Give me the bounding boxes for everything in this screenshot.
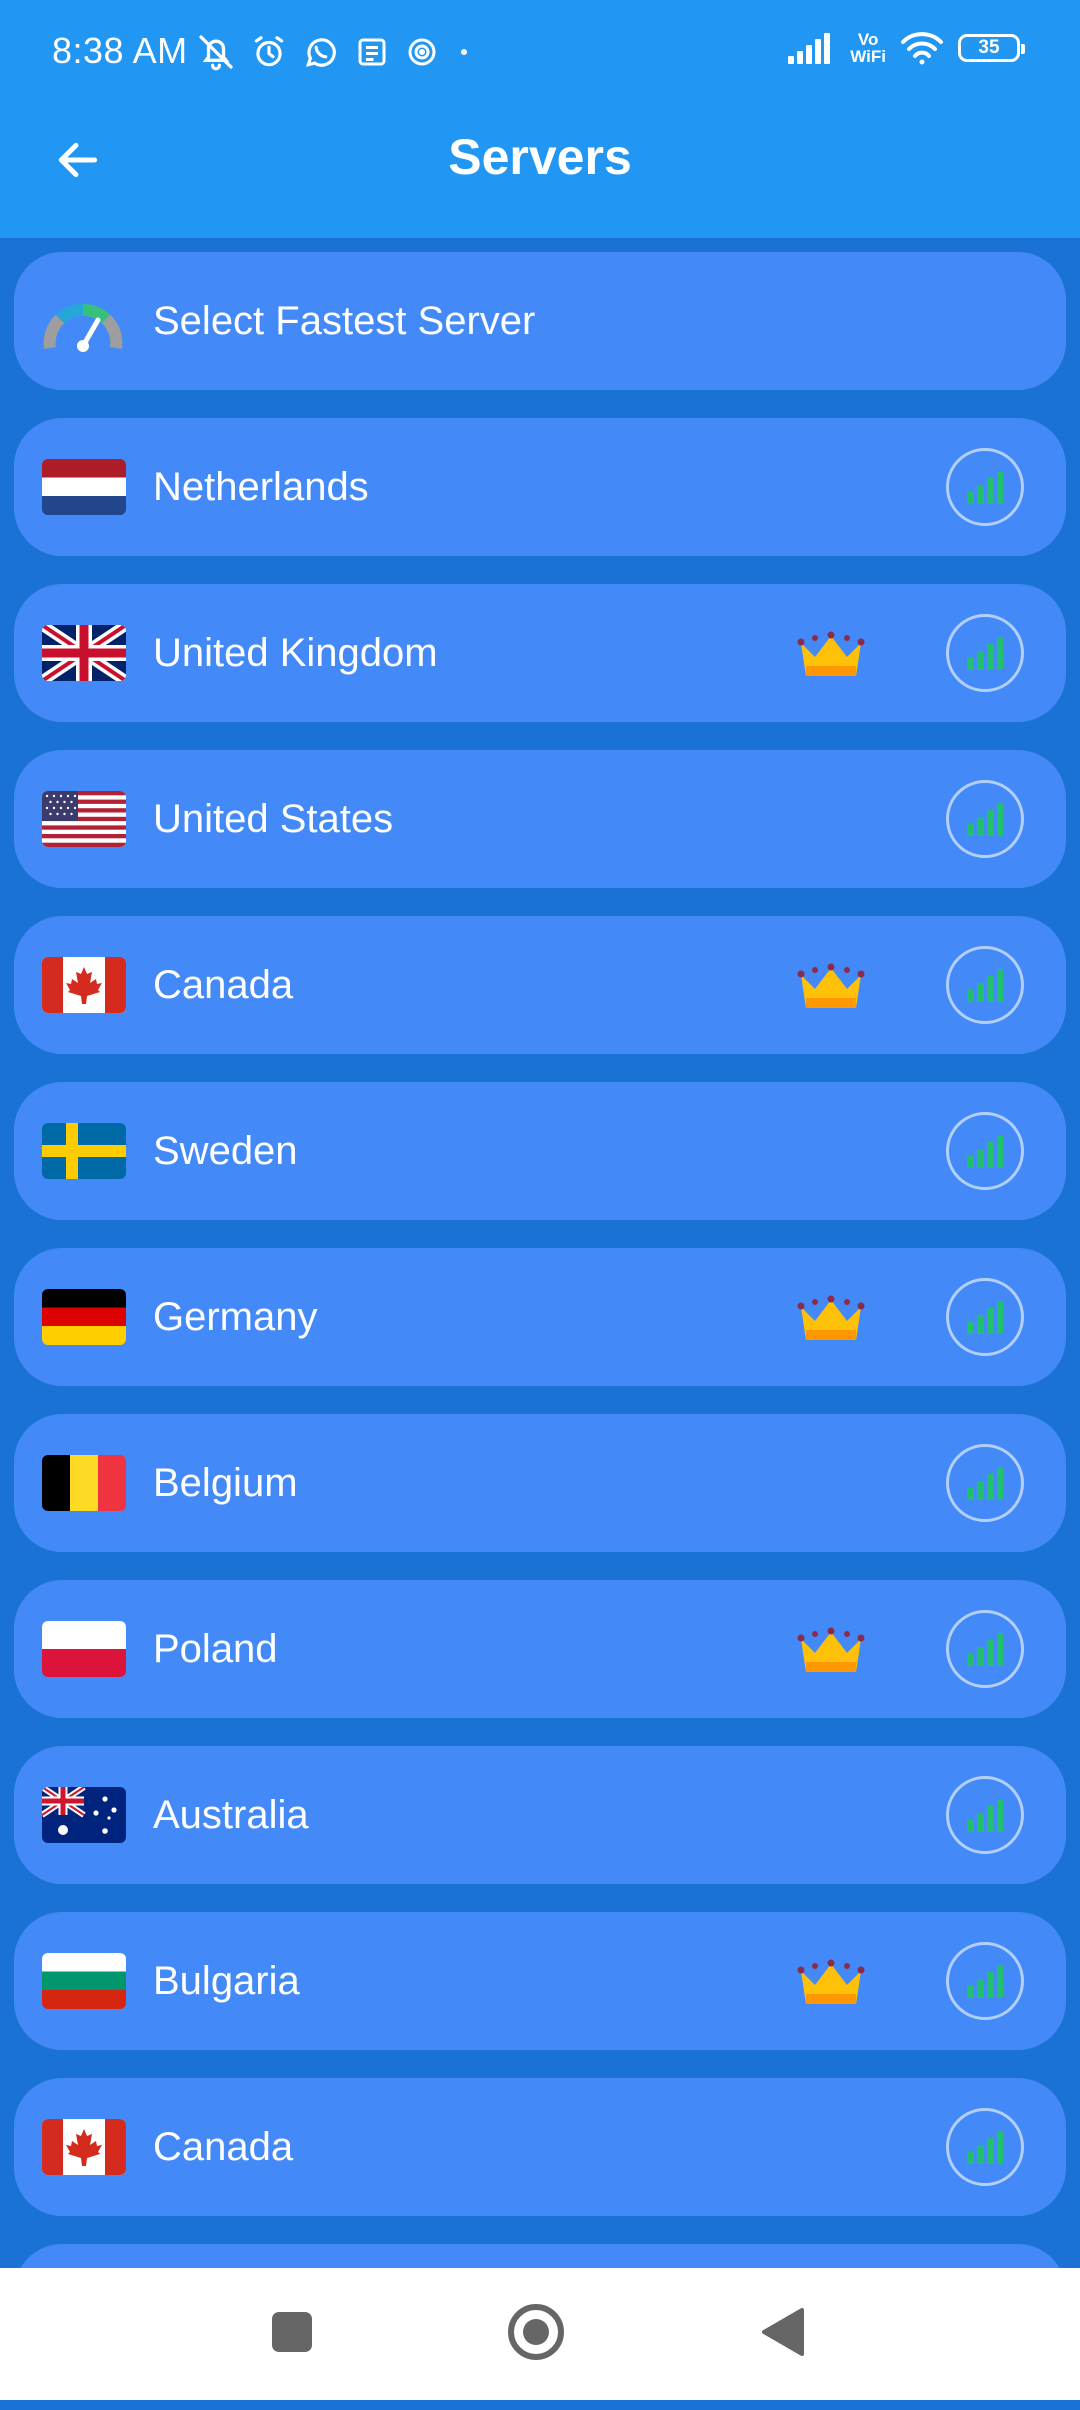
signal-bars-icon: [967, 1965, 1003, 1998]
signal-bars-icon: [967, 1135, 1003, 1168]
recent-apps-button[interactable]: [256, 2296, 328, 2368]
signal-strength-button[interactable]: [946, 448, 1024, 526]
news-icon: [358, 38, 386, 66]
server-row-germany[interactable]: Germany: [14, 1248, 1066, 1386]
home-button[interactable]: [500, 2296, 572, 2368]
vowifi-indicator: Vo WiFi: [850, 30, 886, 66]
signal-bars-icon: [967, 1633, 1003, 1666]
signal-bars-icon: [967, 969, 1003, 1002]
server-name: Poland: [153, 1627, 278, 1671]
server-name: Canada: [153, 2125, 294, 2169]
signal-strength-button[interactable]: [946, 614, 1024, 692]
crown-icon: [797, 963, 865, 1008]
server-name: Canada: [153, 963, 294, 1007]
sweden-flag-icon: [42, 1123, 126, 1179]
server-row-canada-2[interactable]: Canada: [14, 2078, 1066, 2216]
notification-icons: [196, 32, 474, 72]
germany-flag-icon: [42, 1289, 126, 1345]
signal-strength-button[interactable]: [946, 1776, 1024, 1854]
signal-bars-icon: [967, 1301, 1003, 1334]
crown-icon: [797, 1295, 865, 1340]
signal-strength-button[interactable]: [946, 1942, 1024, 2020]
united-states-flag-icon: [42, 791, 126, 847]
signal-strength-button[interactable]: [946, 1278, 1024, 1356]
server-row-belgium[interactable]: Belgium: [14, 1414, 1066, 1552]
square-icon: [272, 2312, 312, 2352]
server-row-united-kingdom[interactable]: United Kingdom: [14, 584, 1066, 722]
home-circle-icon: [508, 2304, 564, 2360]
server-name: United Kingdom: [153, 631, 438, 675]
server-name: Belgium: [153, 1461, 298, 1505]
whatsapp-icon: [305, 38, 336, 67]
cellular-signal-icon: [788, 33, 831, 64]
signal-strength-button[interactable]: [946, 1112, 1024, 1190]
speedometer-icon: [43, 304, 123, 352]
server-name: Netherlands: [153, 465, 369, 509]
canada-flag-icon: [42, 2119, 126, 2175]
signal-bars-icon: [967, 803, 1003, 836]
signal-strength-button[interactable]: [946, 1610, 1024, 1688]
server-row-sweden[interactable]: Sweden: [14, 1082, 1066, 1220]
server-name: Australia: [153, 1793, 309, 1837]
signal-strength-button[interactable]: [946, 1444, 1024, 1522]
system-icons: Vo WiFi 35: [788, 30, 1025, 66]
server-row-netherlands[interactable]: Netherlands: [14, 418, 1066, 556]
netherlands-flag-icon: [42, 459, 126, 515]
server-row-poland[interactable]: Poland: [14, 1580, 1066, 1718]
server-name: Bulgaria: [153, 1959, 300, 2003]
signal-strength-button[interactable]: [946, 2108, 1024, 2186]
row-label: Select Fastest Server: [153, 299, 536, 343]
status-time: 8:38 AM: [52, 30, 188, 71]
triangle-back-icon: [762, 2308, 804, 2356]
poland-flag-icon: [42, 1621, 126, 1677]
australia-flag-icon: [42, 1787, 126, 1843]
wifi-icon: [901, 32, 943, 65]
united-kingdom-flag-icon: [42, 625, 126, 681]
battery-indicator: 35: [958, 34, 1025, 62]
server-name: Sweden: [153, 1129, 298, 1173]
server-name: United States: [153, 797, 394, 841]
crown-icon: [797, 631, 865, 676]
signal-bars-icon: [967, 471, 1003, 504]
select-fastest-server-button[interactable]: Select Fastest Server: [14, 252, 1066, 390]
bell-off-icon: [199, 35, 233, 71]
app-header: 8:38 AM Vo WiFi 35 Servers: [0, 0, 1080, 238]
alarm-clock-icon: [254, 36, 284, 67]
target-icon: [408, 38, 436, 66]
signal-bars-icon: [967, 1467, 1003, 1500]
signal-strength-button[interactable]: [946, 780, 1024, 858]
signal-bars-icon: [967, 1799, 1003, 1832]
navigation-bar: [0, 2268, 1080, 2400]
server-name: Germany: [153, 1295, 318, 1339]
server-list[interactable]: Select Fastest Server Netherlands United…: [14, 252, 1066, 2410]
server-row-united-states[interactable]: United States: [14, 750, 1066, 888]
signal-bars-icon: [967, 2131, 1003, 2164]
crown-icon: [797, 1959, 865, 2004]
belgium-flag-icon: [42, 1455, 126, 1511]
back-nav-button[interactable]: [746, 2296, 818, 2368]
more-notifications-dot-icon: [461, 49, 467, 55]
status-bar: 8:38 AM Vo WiFi 35: [0, 0, 1080, 110]
canada-flag-icon: [42, 957, 126, 1013]
server-row-australia[interactable]: Australia: [14, 1746, 1066, 1884]
server-row-bulgaria[interactable]: Bulgaria: [14, 1912, 1066, 2050]
bulgaria-flag-icon: [42, 1953, 126, 2009]
crown-icon: [797, 1627, 865, 1672]
signal-bars-icon: [967, 637, 1003, 670]
signal-strength-button[interactable]: [946, 946, 1024, 1024]
page-title: Servers: [448, 129, 632, 185]
server-row-canada[interactable]: Canada: [14, 916, 1066, 1054]
